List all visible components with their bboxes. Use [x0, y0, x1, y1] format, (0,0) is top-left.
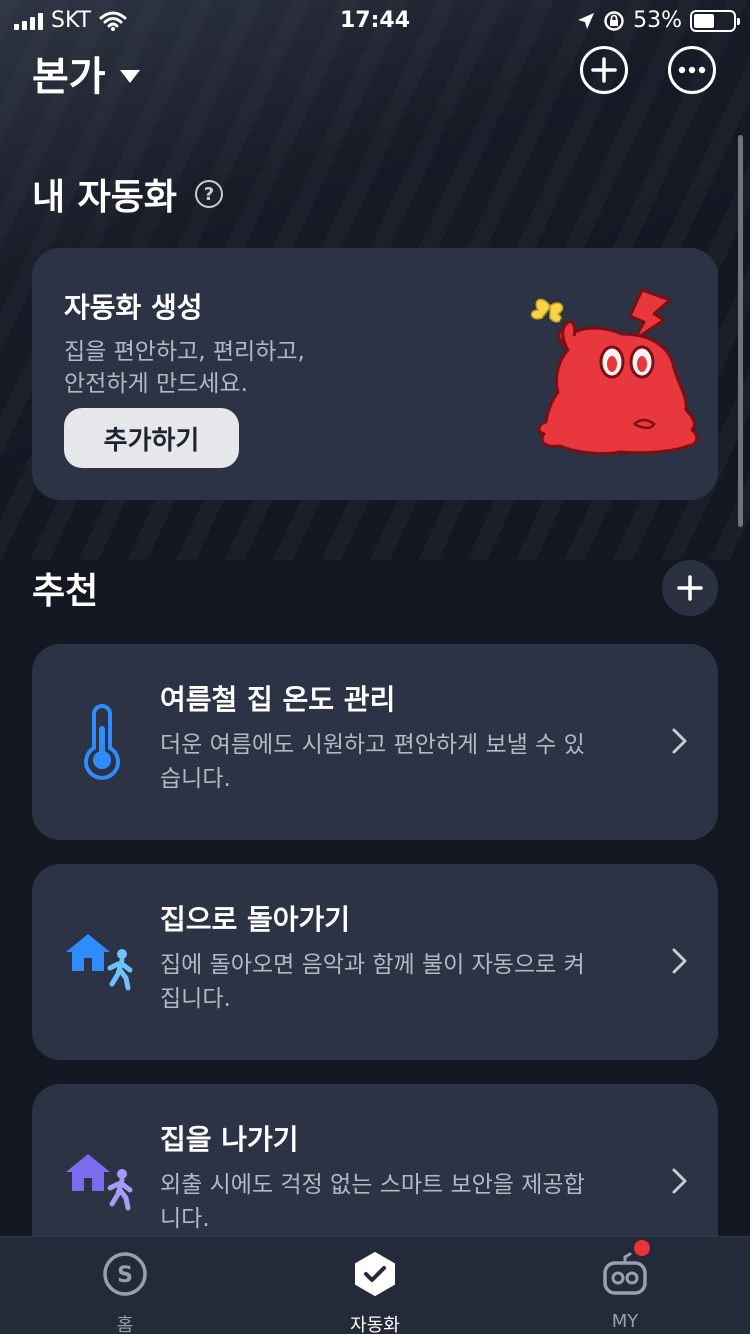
svg-text:S: S	[117, 1263, 133, 1288]
plus-icon	[677, 575, 703, 601]
recommendation-description: 집에 돌아오면 음악과 함께 불이 자동으로 켜집니다.	[160, 952, 585, 1012]
recommendation-title: 집을 나가기	[160, 1123, 299, 1156]
chevron-right-icon	[672, 948, 687, 974]
tab-label: 자동화	[350, 1315, 400, 1334]
recommendation-title: 집으로 돌아가기	[160, 903, 351, 936]
tab-home[interactable]: S 홈	[0, 1237, 250, 1334]
my-automations-heading: 내 자동화 ?	[32, 168, 224, 220]
section-title: 내 자동화	[32, 177, 178, 218]
add-button[interactable]	[580, 46, 628, 94]
recommendation-card[interactable]: 여름철 집 온도 관리 더운 여름에도 시원하고 편안하게 보낼 수 있습니다.	[32, 644, 718, 840]
add-automation-button[interactable]: 추가하기	[64, 408, 239, 468]
robot-icon	[603, 1252, 647, 1295]
home-arrive-icon	[66, 934, 133, 991]
status-bar: SKT 17:44 53%	[0, 0, 750, 40]
create-card-description: 집을 편안하고, 편리하고, 안전하게 만드세요.	[64, 339, 305, 397]
chevron-down-icon	[119, 69, 140, 83]
recommendation-card[interactable]: 집으로 돌아가기 집에 돌아오면 음악과 함께 불이 자동으로 켜집니다.	[32, 864, 718, 1060]
notification-badge	[634, 1240, 650, 1256]
location-selector[interactable]: 본가	[32, 44, 140, 102]
recommendation-description: 더운 여름에도 시원하고 편안하게 보낼 수 있습니다.	[160, 732, 585, 792]
battery-icon	[690, 9, 740, 32]
recommendations-heading: 추천	[32, 562, 98, 614]
home-leave-icon	[66, 1154, 133, 1211]
recommendation-title: 여름철 집 온도 관리	[160, 683, 396, 716]
tab-my[interactable]: MY	[500, 1237, 750, 1334]
tab-label: MY	[611, 1311, 639, 1332]
plus-icon	[591, 57, 617, 83]
section-title: 추천	[32, 571, 99, 612]
chevron-right-icon	[672, 1168, 687, 1194]
location-arrow-icon	[578, 12, 595, 29]
rotation-lock-icon	[604, 10, 624, 31]
battery-percent: 53%	[633, 8, 682, 33]
smartthings-icon: S	[103, 1252, 147, 1296]
chevron-right-icon	[672, 728, 687, 754]
scrollbar[interactable]	[738, 135, 743, 527]
more-button[interactable]	[668, 46, 716, 94]
automation-check-icon	[355, 1252, 395, 1296]
more-dots-icon	[678, 66, 706, 74]
recommendation-add-button[interactable]	[662, 560, 718, 616]
help-icon[interactable]: ?	[195, 180, 224, 208]
status-right: 53%	[577, 8, 740, 33]
thermometer-icon	[84, 704, 120, 780]
battery-fill	[694, 13, 715, 28]
tab-automation[interactable]: 자동화	[250, 1237, 500, 1334]
recommendation-description: 외출 시에도 걱정 없는 스마트 보안을 제공합니다.	[160, 1172, 585, 1232]
mascot-illustration	[530, 288, 699, 456]
tab-label: 홈	[116, 1315, 134, 1334]
create-automation-card: 자동화 생성 집을 편안하고, 편리하고, 안전하게 만드세요. 추가하기	[32, 248, 718, 500]
location-name: 본가	[32, 54, 106, 100]
create-card-title: 자동화 생성	[64, 291, 203, 324]
